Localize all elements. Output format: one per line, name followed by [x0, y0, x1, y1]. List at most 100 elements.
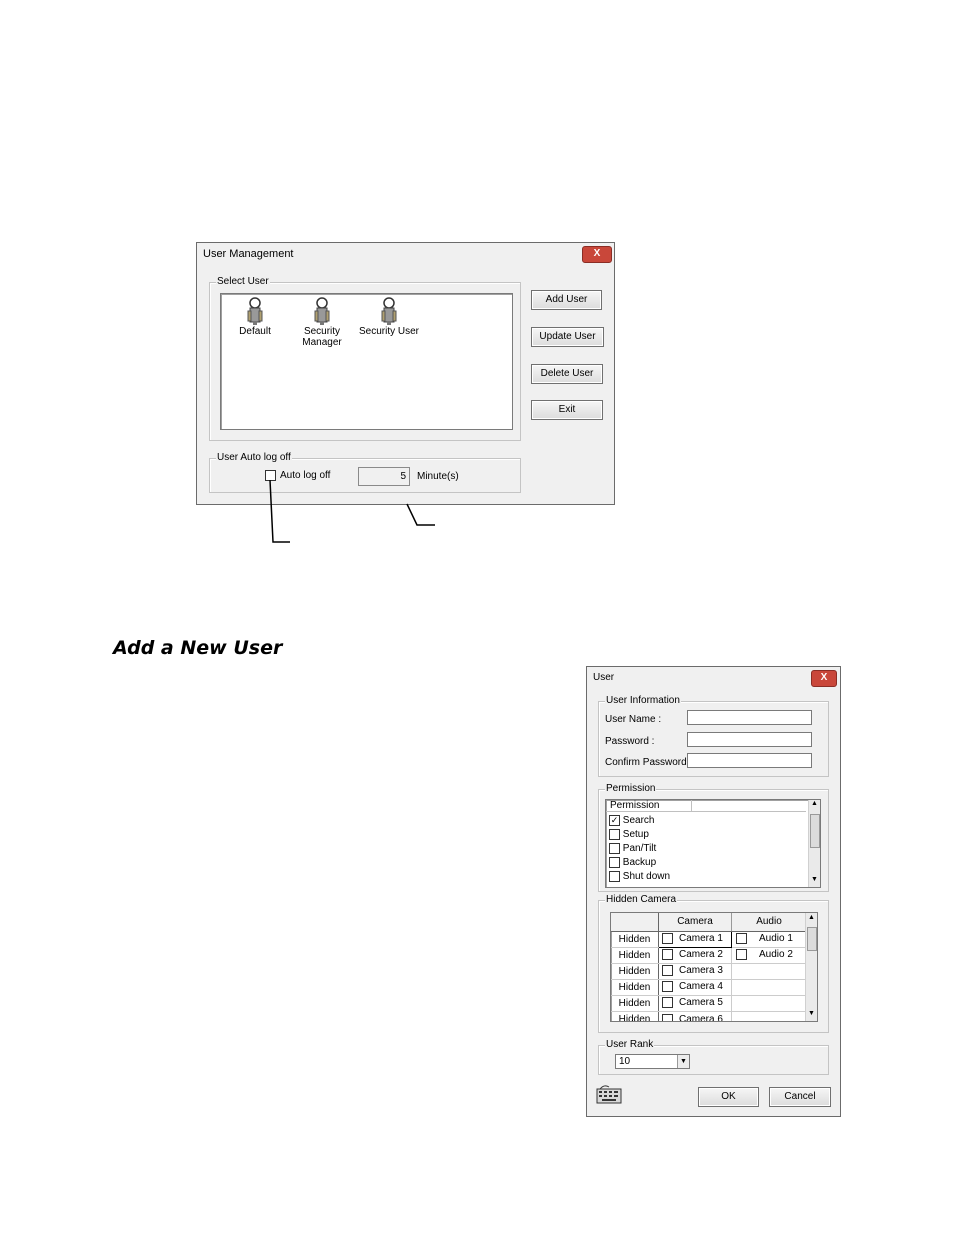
camera-label: Camera 6	[679, 1013, 723, 1022]
permission-item[interactable]: Shut down	[609, 871, 670, 883]
camera-cell[interactable]: Camera 3	[658, 963, 732, 980]
permission-label: Search	[622, 815, 655, 826]
user-item-security-user[interactable]: Security User	[357, 296, 421, 337]
user-label: Security	[303, 326, 341, 337]
user-name-label: User Name :	[605, 714, 662, 725]
permission-list[interactable]: Permission ✓ Search Setup Pan/Tilt Backu…	[605, 799, 821, 888]
scroll-thumb[interactable]	[807, 927, 817, 951]
hidden-camera-grid[interactable]: Camera Audio Hidden Camera 1 Audio 1 Hid…	[610, 912, 818, 1022]
permission-column-header[interactable]: Permission	[606, 800, 692, 812]
camera-cell[interactable]: Camera 5	[658, 995, 732, 1012]
auto-logoff-legend: User Auto log off	[216, 452, 292, 463]
permission-scrollbar[interactable]: ▲ ▼	[808, 800, 820, 887]
camera-checkbox[interactable]	[662, 949, 673, 961]
title-bar: User X	[587, 667, 840, 689]
hidden-label-cell: Hidden	[611, 995, 659, 1012]
scroll-up-arrow-icon[interactable]: ▲	[811, 800, 818, 807]
user-rank-group: User Rank 10 ▼	[598, 1039, 829, 1075]
permission-header-label: Permission	[610, 800, 660, 811]
user-item-default[interactable]: Default	[231, 296, 279, 337]
permission-item[interactable]: ✓ Search	[609, 815, 654, 827]
camera-cell[interactable]: Camera 6	[658, 1011, 732, 1022]
scroll-down-arrow-icon[interactable]: ▼	[811, 876, 818, 883]
hidden-label-cell: Hidden	[611, 963, 659, 980]
camera-checkbox[interactable]	[662, 933, 673, 945]
camera-cell[interactable]: Camera 1	[658, 930, 732, 948]
camera-checkbox[interactable]	[662, 1013, 673, 1021]
camera-checkbox[interactable]	[662, 965, 673, 977]
audio-cell[interactable]: Audio 1	[731, 931, 806, 948]
camera-label: Camera 5	[679, 997, 723, 1009]
close-button[interactable]: X	[811, 670, 837, 687]
camera-label: Camera 4	[679, 981, 723, 993]
cancel-button[interactable]: Cancel	[769, 1087, 831, 1107]
user-rank-value: 10	[619, 1056, 631, 1067]
user-list[interactable]: Default Security Manager Security User	[220, 293, 513, 430]
permission-checkbox[interactable]	[609, 857, 620, 868]
audio-cell	[731, 995, 806, 1012]
callout-line-minutes	[406, 503, 435, 526]
permission-checkbox[interactable]	[609, 829, 620, 840]
camera-label: Camera 1	[679, 933, 723, 945]
password-label: Password :	[605, 736, 655, 747]
title-bar: User Management X	[197, 243, 614, 265]
table-header-row: Camera Audio	[611, 913, 806, 932]
audio-checkbox[interactable]	[736, 933, 747, 945]
user-information-group: User Information User Name : Password : …	[598, 695, 829, 777]
hidden-label-cell: Hidden	[611, 947, 659, 964]
user-label: Security User	[358, 326, 419, 337]
exit-button[interactable]: Exit	[531, 400, 603, 420]
keyboard-icon[interactable]	[596, 1084, 622, 1104]
user-dialog: User X User Information User Name : Pass…	[586, 666, 841, 1117]
audio-cell	[731, 979, 806, 996]
password-input[interactable]	[687, 732, 812, 747]
permission-item[interactable]: Backup	[609, 857, 656, 869]
confirm-password-input[interactable]	[687, 753, 812, 768]
audio-cell[interactable]: Audio 2	[731, 947, 806, 964]
camera-label: Camera 3	[679, 965, 723, 977]
permission-item[interactable]: Pan/Tilt	[609, 843, 656, 855]
camera-cell[interactable]: Camera 2	[658, 947, 732, 964]
permission-label: Setup	[622, 829, 649, 840]
camera-cell[interactable]: Camera 4	[658, 979, 732, 996]
permission-checkbox[interactable]: ✓	[609, 815, 620, 826]
close-button[interactable]: X	[582, 246, 612, 263]
scroll-up-arrow-icon[interactable]: ▲	[808, 914, 815, 921]
corner-header-cell	[611, 913, 659, 932]
table-row: Hidden Camera 2 Audio 2	[611, 947, 806, 964]
user-name-input[interactable]	[687, 710, 812, 725]
key-user-icon	[247, 297, 263, 325]
ok-button[interactable]: OK	[698, 1087, 759, 1107]
permission-item[interactable]: Setup	[609, 829, 649, 841]
table-row: Hidden Camera 5	[611, 995, 806, 1012]
section-heading: Add a New User	[113, 637, 283, 659]
select-user-group: Select User Default Security Manager Sec…	[209, 276, 521, 441]
scroll-thumb[interactable]	[810, 814, 820, 848]
permission-group: Permission Permission ✓ Search Setup Pan…	[598, 783, 829, 892]
chevron-down-icon[interactable]: ▼	[677, 1055, 689, 1068]
table-row: Hidden Camera 1 Audio 1	[611, 930, 806, 948]
user-item-security-manager[interactable]: Security Manager	[297, 296, 347, 348]
hidden-label-cell: Hidden	[611, 979, 659, 996]
table-row: Hidden Camera 6	[611, 1011, 806, 1022]
scroll-down-arrow-icon[interactable]: ▼	[808, 1010, 815, 1017]
user-management-window: User Management X Select User Default Se…	[196, 242, 615, 505]
camera-table: Camera Audio Hidden Camera 1 Audio 1 Hid…	[611, 913, 806, 1022]
update-user-button[interactable]: Update User	[531, 327, 604, 347]
permission-checkbox[interactable]	[609, 871, 620, 882]
audio-header[interactable]: Audio	[731, 913, 806, 932]
user-rank-select[interactable]: 10 ▼	[615, 1054, 690, 1069]
camera-scrollbar[interactable]: ▲ ▼	[805, 913, 817, 1021]
dialog-title: User	[593, 672, 615, 683]
permission-checkbox[interactable]	[609, 843, 620, 854]
audio-checkbox[interactable]	[736, 949, 747, 961]
window-title: User Management	[203, 248, 294, 260]
camera-checkbox[interactable]	[662, 981, 673, 993]
camera-checkbox[interactable]	[662, 997, 673, 1009]
camera-label: Camera 2	[679, 949, 723, 961]
add-user-button[interactable]: Add User	[531, 290, 602, 310]
hidden-camera-group: Hidden Camera Camera Audio Hidden Camera…	[598, 894, 829, 1033]
delete-user-button[interactable]: Delete User	[531, 364, 603, 384]
camera-header[interactable]: Camera	[658, 913, 732, 932]
audio-label: Audio 2	[759, 949, 793, 961]
